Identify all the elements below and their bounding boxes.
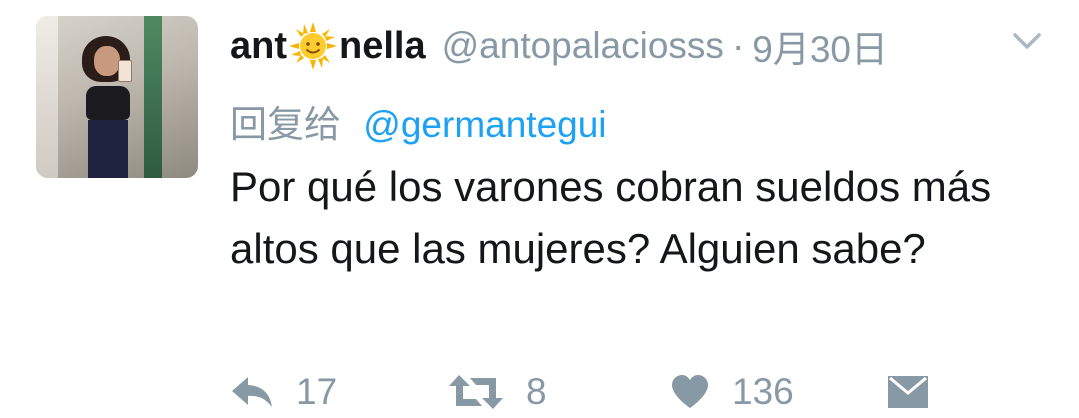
reply-button[interactable]: 17 xyxy=(230,368,337,416)
separator-dot: · xyxy=(731,25,745,66)
avatar-photo-top xyxy=(86,86,130,120)
direct-message-button[interactable] xyxy=(886,368,930,416)
like-count: 136 xyxy=(732,371,794,412)
envelope-icon xyxy=(888,376,928,408)
avatar-photo-mirror-edge xyxy=(36,16,58,178)
tweet-header: ant nella @antopalaciosss · 9月30日 xyxy=(230,18,888,74)
like-button[interactable]: 136 xyxy=(670,368,794,416)
retweet-button[interactable]: 8 xyxy=(448,368,547,416)
reply-context: 回复给 @germantegui xyxy=(230,94,607,148)
heart-icon xyxy=(672,375,708,408)
tweet-card[interactable]: ant nella @antopalaciosss · 9月30日 回复给 @g… xyxy=(0,0,1079,418)
tweet-date[interactable]: 9月30日 xyxy=(752,19,888,73)
display-name[interactable]: ant nella xyxy=(230,21,426,71)
retweet-count: 8 xyxy=(526,371,547,412)
reply-prefix: 回复给 xyxy=(230,104,341,145)
display-name-start: ant xyxy=(230,24,287,67)
tweet-actions: 17 8 136 xyxy=(230,368,1050,416)
avatar-photo-wall xyxy=(144,16,162,178)
reply-mention-link[interactable]: @germantegui xyxy=(363,104,606,145)
reply-icon xyxy=(232,377,272,407)
reply-count: 17 xyxy=(296,371,338,412)
avatar-photo-legs xyxy=(88,120,128,178)
avatar-photo-face xyxy=(94,46,120,76)
retweet-icon xyxy=(449,375,503,409)
tweet-text: Por qué los varones cobran sueldos más a… xyxy=(230,163,992,272)
avatar[interactable] xyxy=(36,16,198,178)
sun-emoji-icon xyxy=(289,22,337,70)
user-handle[interactable]: @antopalaciosss xyxy=(442,25,724,67)
avatar-photo-phone xyxy=(118,60,132,82)
display-name-end: nella xyxy=(339,24,426,67)
chevron-down-icon[interactable] xyxy=(1010,26,1044,56)
